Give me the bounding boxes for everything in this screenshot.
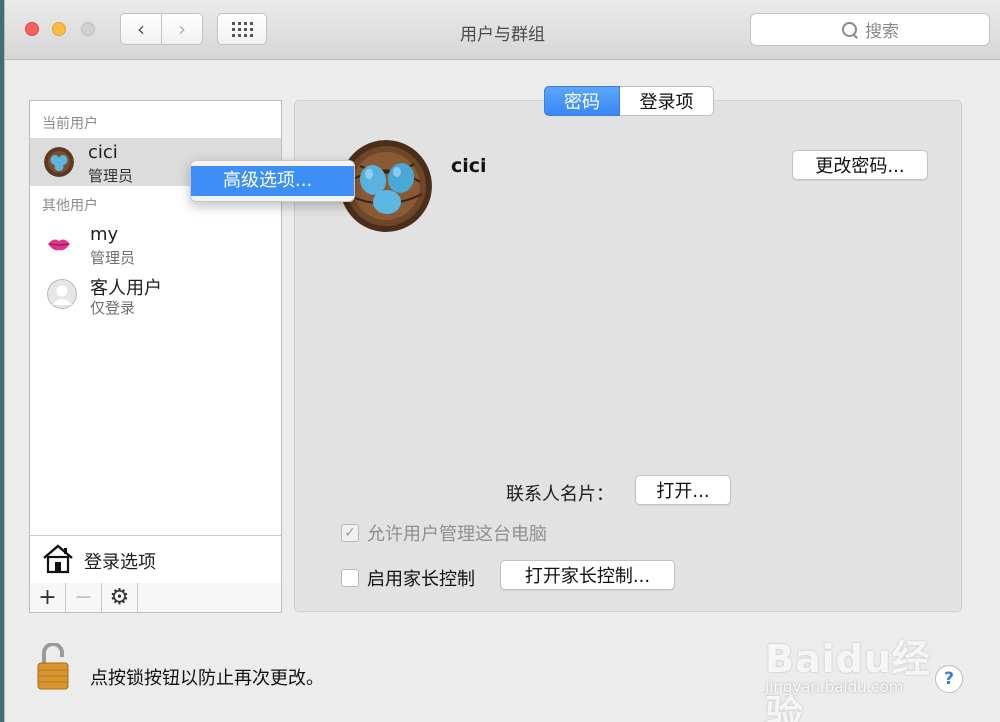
help-button[interactable]: ? xyxy=(935,665,963,693)
parental-controls-checkbox[interactable] xyxy=(341,569,359,587)
add-user-button[interactable]: + xyxy=(30,583,66,612)
nest-avatar-icon xyxy=(44,147,74,177)
detail-username: cici xyxy=(451,155,487,177)
gear-button[interactable]: ⚙ xyxy=(102,583,138,612)
contact-card-label: 联系人名片： xyxy=(506,484,614,505)
lock-open-icon[interactable] xyxy=(36,642,70,691)
tab-password[interactable]: 密码 xyxy=(544,86,620,116)
advanced-options-menu-item[interactable]: 高级选项... xyxy=(191,166,354,196)
user-row-my[interactable]: my 管理员 xyxy=(30,220,281,268)
lips-avatar-icon xyxy=(44,229,74,259)
title-bar: ‹ › 用户与群组 搜索 xyxy=(5,0,1000,60)
watermark-brand: Baidu经验 xyxy=(765,637,931,722)
user-role: 管理员 xyxy=(90,249,136,267)
login-options-label: 登录选项 xyxy=(84,552,156,573)
parental-controls-label: 启用家长控制 xyxy=(367,569,475,590)
login-options-item[interactable]: 登录选项 xyxy=(30,535,281,583)
baidu-watermark: Baidu经验 jingyan.baidu.com xyxy=(765,618,945,722)
user-name: cici xyxy=(88,142,118,163)
search-placeholder: 搜索 xyxy=(865,22,899,42)
other-users-label: 其他用户 xyxy=(42,198,98,214)
guest-avatar-icon xyxy=(47,279,77,309)
open-parental-controls-button[interactable]: 打开家长控制... xyxy=(500,560,675,590)
search-icon xyxy=(841,21,859,39)
tab-bar: 密码 登录项 xyxy=(544,86,714,116)
tab-login-items[interactable]: 登录项 xyxy=(620,86,714,116)
user-role: 管理员 xyxy=(88,167,134,185)
user-name: my xyxy=(90,224,119,245)
remove-user-button[interactable]: − xyxy=(66,583,102,612)
lock-hint-text: 点按锁按钮以防止再次更改。 xyxy=(90,668,324,689)
gear-icon: ⚙ xyxy=(109,585,130,610)
change-password-button[interactable]: 更改密码... xyxy=(792,150,928,180)
minus-icon: − xyxy=(74,585,93,610)
context-menu: 高级选项... xyxy=(190,160,355,202)
allow-admin-label: 允许用户管理这台电脑 xyxy=(367,524,547,545)
user-list-toolbar: + − ⚙ xyxy=(29,583,282,613)
plus-icon: + xyxy=(38,585,57,610)
house-icon xyxy=(42,544,74,574)
allow-admin-row: ✓ 允许用户管理这台电脑 xyxy=(341,520,547,546)
search-field[interactable]: 搜索 xyxy=(750,13,990,46)
parental-controls-row: 启用家长控制 xyxy=(341,565,475,591)
current-users-label: 当前用户 xyxy=(42,116,98,132)
allow-admin-checkbox[interactable]: ✓ xyxy=(341,524,359,542)
open-contact-button[interactable]: 打开... xyxy=(635,475,731,505)
user-role: 仅登录 xyxy=(90,299,136,317)
watermark-url: jingyan.baidu.com xyxy=(765,678,904,696)
user-row-guest[interactable]: 客人用户 仅登录 xyxy=(30,270,281,318)
